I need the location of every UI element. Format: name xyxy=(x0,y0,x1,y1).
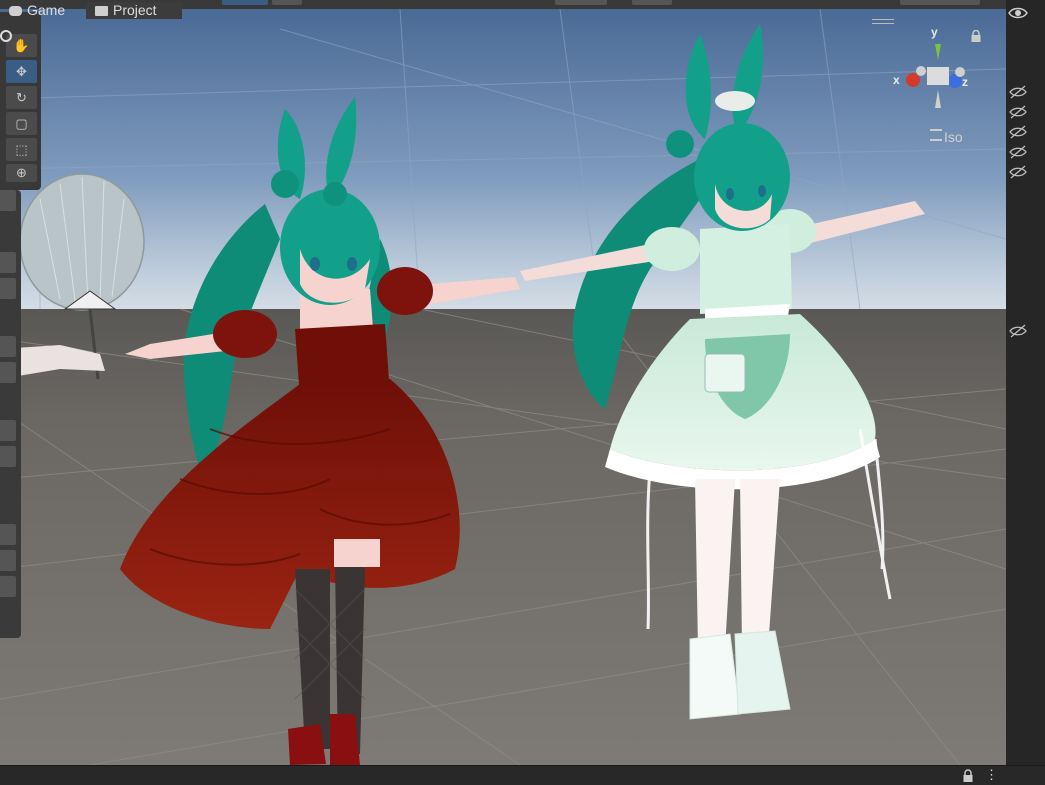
hidden-eye-icon[interactable] xyxy=(1008,145,1028,159)
overlay-button[interactable] xyxy=(0,252,16,273)
panel-menu-icon[interactable]: ⋮ xyxy=(985,767,999,783)
gamepad-icon xyxy=(9,6,22,16)
overlay-button[interactable] xyxy=(0,278,16,299)
tab-game-label: Game xyxy=(27,2,66,18)
palette-target-icon[interactable] xyxy=(0,30,12,42)
panel-lock-icon[interactable] xyxy=(962,769,974,782)
scene-render xyxy=(0,9,1006,765)
hidden-eye-icon[interactable] xyxy=(1008,324,1028,338)
toolbar-button[interactable] xyxy=(555,0,607,5)
rotate-tool[interactable]: ↻ xyxy=(6,86,37,109)
menu-lines-icon xyxy=(930,129,942,141)
axis-y-cone[interactable] xyxy=(935,44,941,60)
hidden-eye-icon[interactable] xyxy=(1008,85,1028,99)
toolbar-button[interactable] xyxy=(632,0,672,5)
overlay-button[interactable] xyxy=(0,190,16,211)
axis-z-label: z xyxy=(962,75,968,89)
axis-x-label: x xyxy=(893,73,900,87)
overlay-button[interactable] xyxy=(0,362,16,383)
tab-project-label: Project xyxy=(113,2,157,18)
lock-icon[interactable] xyxy=(970,30,982,42)
move-arrows-icon: ✥ xyxy=(16,64,27,79)
axis-y-label: y xyxy=(931,25,938,39)
rect-tool[interactable]: ⬚ xyxy=(6,138,37,161)
tab-project[interactable]: Project xyxy=(86,2,182,19)
scene-viewport[interactable] xyxy=(0,9,1006,765)
toolbar-button[interactable] xyxy=(272,0,302,5)
bottom-tab-bar xyxy=(0,765,1045,785)
rect-icon: ⬚ xyxy=(15,142,28,157)
projection-label: Iso xyxy=(944,129,963,145)
tab-game[interactable]: Game xyxy=(0,2,78,19)
overlay-button[interactable] xyxy=(0,524,16,545)
overlay-button[interactable] xyxy=(0,550,16,571)
overlay-button[interactable] xyxy=(0,446,16,467)
overlay-button[interactable] xyxy=(0,336,16,357)
scale-icon: ▢ xyxy=(15,116,28,131)
hidden-eye-icon[interactable] xyxy=(1008,105,1028,119)
toolbar-button[interactable] xyxy=(900,0,980,5)
scene-visibility-icon[interactable] xyxy=(1008,6,1028,20)
transform-tool[interactable]: ⊕ xyxy=(6,164,37,182)
scale-tool[interactable]: ▢ xyxy=(6,112,37,135)
transform-icon: ⊕ xyxy=(16,165,27,180)
gizmo-center-cube[interactable] xyxy=(927,67,949,85)
hidden-eye-icon[interactable] xyxy=(1008,125,1028,139)
overlay-button[interactable] xyxy=(0,576,16,597)
projection-toggle[interactable]: Iso xyxy=(930,129,963,145)
move-tool[interactable]: ✥ xyxy=(6,60,37,83)
hidden-eye-icon[interactable] xyxy=(1008,165,1028,179)
folder-icon xyxy=(95,6,108,16)
axis-x-cone[interactable] xyxy=(906,73,920,87)
overlay-button[interactable] xyxy=(0,420,16,441)
scene-overlay-strip xyxy=(0,190,21,638)
axis-neg-y-cone[interactable] xyxy=(935,90,941,108)
toolbar-button[interactable] xyxy=(222,0,268,5)
rotate-icon: ↻ xyxy=(16,90,27,105)
hand-icon: ✋ xyxy=(13,38,30,53)
